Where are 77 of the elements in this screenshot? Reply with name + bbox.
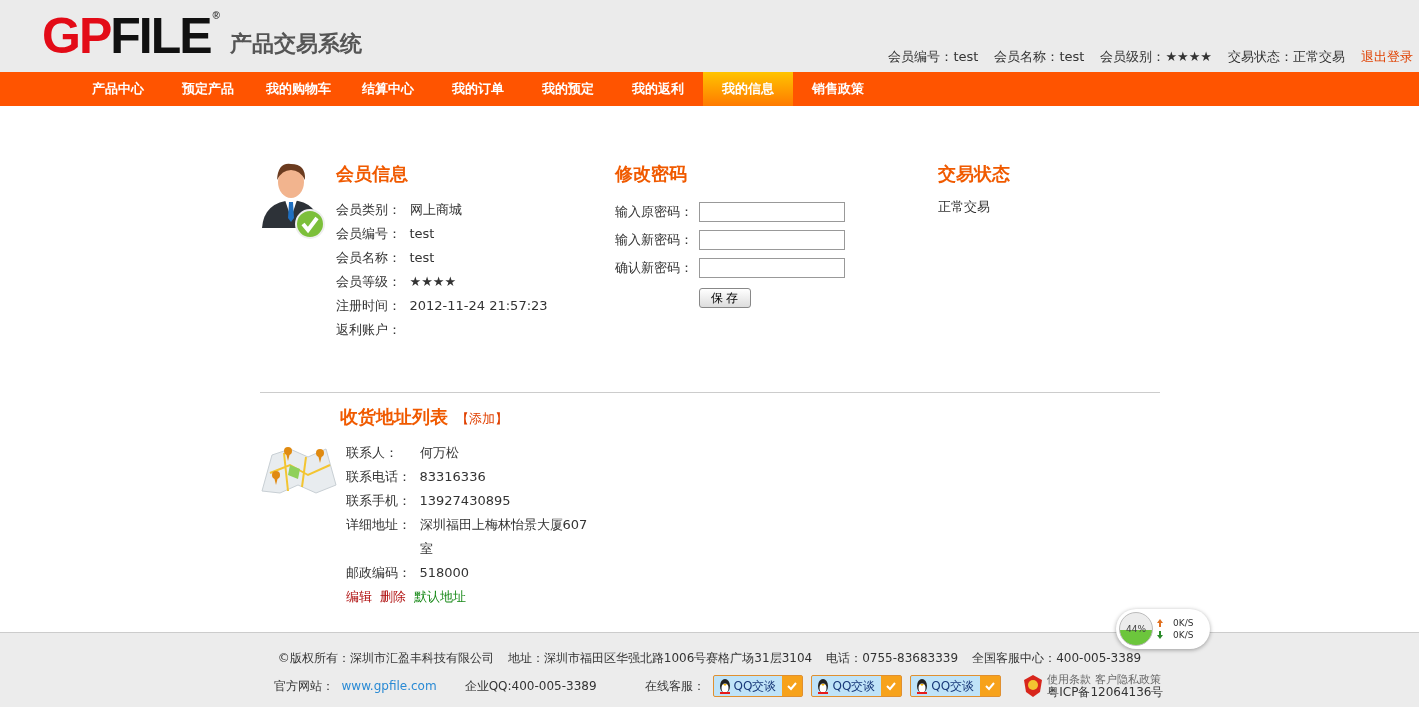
trade-status-text: 正常交易 — [937, 199, 990, 214]
nav-tab[interactable]: 销售政策 — [793, 72, 883, 106]
save-button[interactable]: 保 存 — [698, 288, 751, 308]
field-value: 518000 — [419, 564, 471, 582]
field-value: 83316336 — [419, 468, 487, 486]
field-label: 输入新密码： — [614, 231, 694, 249]
field-value: 2012-11-24 21:57:23 — [409, 297, 548, 315]
penguin-icon — [816, 678, 831, 694]
field-value: 13927430895 — [419, 492, 512, 510]
password-field[interactable] — [698, 230, 845, 250]
field-value: test — [409, 249, 435, 267]
website-link[interactable]: www.gpfile.com — [341, 679, 437, 693]
footer-text: ©版权所有：深圳市汇盈丰科技有限公司 — [277, 650, 494, 667]
section-title: 会员信息 — [335, 162, 409, 186]
icp-text: 粤ICP备12064136号 — [1047, 686, 1164, 699]
nav-tab[interactable]: 预定产品 — [163, 72, 253, 106]
upload-speed: 0K/S — [1173, 618, 1194, 628]
password-field[interactable] — [698, 202, 845, 222]
logout-link[interactable]: 退出登录 — [1361, 48, 1413, 66]
nav-tab[interactable]: 我的信息 — [703, 72, 793, 106]
footer-text: 在线客服： — [644, 677, 705, 695]
download-arrow-icon — [1157, 631, 1163, 639]
footer-text: 电话：0755-83683339 — [826, 650, 959, 667]
field-label: 会员编号： — [335, 225, 402, 243]
policy-links[interactable]: 使用条款 客户隐私政策 — [1047, 673, 1164, 686]
nav-tab[interactable]: 我的预定 — [523, 72, 613, 106]
field-label: 详细地址： — [345, 516, 412, 534]
add-link[interactable]: 【添加】 — [455, 411, 508, 426]
address-action-link[interactable]: 删除 — [379, 585, 406, 609]
footer-text: 企业QQ:400-005-3389 — [464, 677, 597, 695]
address-action-link[interactable]: 编辑 — [345, 585, 372, 609]
member-status-text: 会员级别：★★★★ — [1100, 48, 1212, 66]
member-status-text: 会员编号：test — [888, 48, 979, 66]
field-label: 确认新密码： — [614, 259, 694, 277]
field-value: test — [409, 225, 435, 243]
field-label: 会员等级： — [335, 273, 402, 291]
gpfile-logo: GPFILE® — [42, 11, 220, 61]
field-value: 深圳福田上梅林怡景大厦607室 — [419, 516, 589, 558]
qq-chat-button[interactable]: QQ交谈 — [910, 675, 1002, 697]
section-title: 交易状态 — [937, 162, 1011, 186]
nav-tab[interactable]: 我的订单 — [433, 72, 523, 106]
penguin-icon — [717, 678, 732, 694]
field-value: 何万松 — [419, 444, 460, 462]
footer-text: 官方网站： — [273, 677, 334, 695]
field-label: 联系人： — [345, 444, 399, 462]
section-title: 修改密码 — [614, 162, 688, 186]
logo-subtitle: 产品交易系统 — [229, 30, 362, 58]
footer-text: 全国客服中心：400-005-3389 — [972, 650, 1142, 667]
field-label: 输入原密码： — [614, 203, 694, 221]
field-label: 邮政编码： — [345, 564, 412, 582]
nav-tab[interactable]: 结算中心 — [343, 72, 433, 106]
field-value: 网上商城 — [409, 201, 462, 219]
field-value: ★★★★ — [409, 273, 457, 291]
member-status-text: 交易状态：正常交易 — [1228, 48, 1345, 66]
check-icon — [885, 680, 898, 692]
check-icon — [786, 680, 799, 692]
qq-chat-button[interactable]: QQ交谈 — [811, 675, 903, 697]
footer-text: 地址：深圳市福田区华强北路1006号赛格广场31层3104 — [507, 650, 813, 667]
field-label: 注册时间： — [335, 297, 402, 315]
nav-tab[interactable]: 我的返利 — [613, 72, 703, 106]
field-label: 联系手机： — [345, 492, 412, 510]
penguin-icon — [915, 678, 930, 694]
nav-tab[interactable]: 产品中心 — [73, 72, 163, 106]
field-label: 会员名称： — [335, 249, 402, 267]
upload-arrow-icon — [1157, 619, 1163, 627]
member-status-text: 会员名称：test — [994, 48, 1085, 66]
section-title: 收货地址列表 【添加】 — [339, 405, 509, 429]
field-label: 返利账户： — [335, 321, 402, 339]
field-label: 联系电话： — [345, 468, 412, 486]
police-badge-icon — [1023, 674, 1044, 698]
address-action-link[interactable]: 默认地址 — [413, 585, 466, 609]
download-speed: 0K/S — [1173, 630, 1194, 640]
field-label: 会员类别： — [335, 201, 402, 219]
password-field[interactable] — [698, 258, 845, 278]
nav-tab[interactable]: 我的购物车 — [253, 72, 343, 106]
qq-chat-button[interactable]: QQ交谈 — [712, 675, 804, 697]
check-icon — [984, 680, 997, 692]
